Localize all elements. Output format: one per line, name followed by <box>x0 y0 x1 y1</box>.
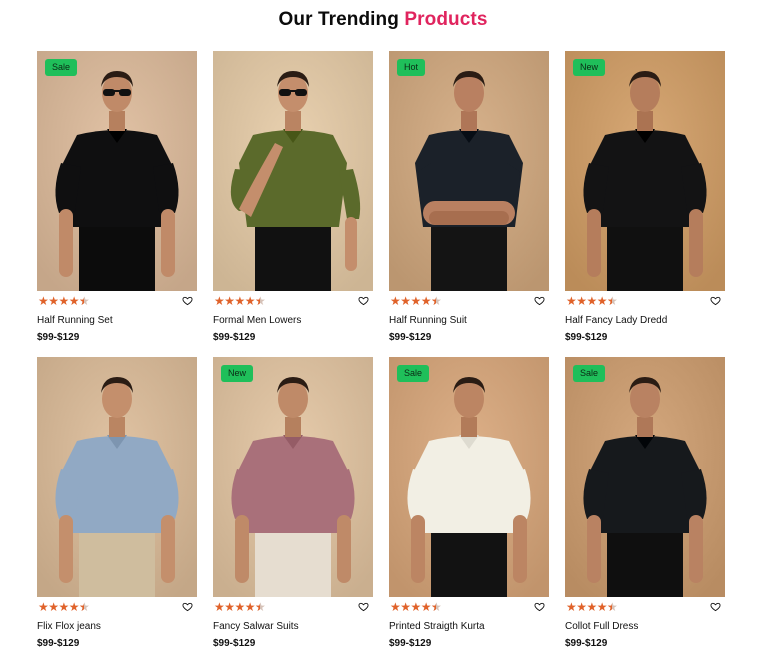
heart-outline-icon[interactable] <box>534 295 545 306</box>
product-name[interactable]: Half Running Suit <box>389 314 549 328</box>
product-price: $99-$129 <box>213 638 256 649</box>
product-name[interactable]: Flix Flox jeans <box>37 620 197 634</box>
rating-stars: ★★★★★ <box>214 294 266 309</box>
product-image[interactable] <box>213 51 373 291</box>
product-image[interactable] <box>565 51 725 291</box>
product-name[interactable]: Fancy Salwar Suits <box>213 620 373 634</box>
heart-outline-icon[interactable] <box>358 295 369 306</box>
product-image[interactable] <box>389 51 549 291</box>
product-price: $99-$129 <box>37 638 80 649</box>
product-price: $99-$129 <box>389 638 432 649</box>
star-half-icon: ★ <box>607 601 618 615</box>
rating-stars: ★★★★★ <box>566 294 618 309</box>
product-badge: Sale <box>573 365 606 382</box>
product-badge: New <box>221 365 254 382</box>
product-name[interactable]: Half Running Set <box>37 314 197 328</box>
rating-stars: ★★★★★ <box>38 600 90 615</box>
star-half-icon: ★ <box>255 601 266 615</box>
product-price: $99-$129 <box>565 638 608 649</box>
product-name[interactable]: Half Fancy Lady Dredd <box>565 314 725 328</box>
star-icon: ★★★★ <box>566 294 608 308</box>
product-card[interactable]: Sale ★★★★★ Printed Straigth Kurta $99-$1… <box>389 357 549 653</box>
section-title-accent: Products <box>404 9 488 30</box>
rating-stars: ★★★★★ <box>38 294 90 309</box>
product-image[interactable] <box>37 357 197 597</box>
product-badge: Hot <box>397 59 426 76</box>
star-icon: ★★★★ <box>390 294 432 308</box>
star-icon: ★★★★ <box>38 294 80 308</box>
product-card[interactable]: Sale ★★★★★ Half Running Set $99-$129 <box>37 51 197 347</box>
product-card[interactable]: New ★★★★★ Fancy Salwar Suits $99-$129 <box>213 357 373 653</box>
rating-stars: ★★★★★ <box>214 600 266 615</box>
heart-outline-icon[interactable] <box>358 601 369 612</box>
product-card[interactable]: Sale ★★★★★ Collot Full Dress $99-$129 <box>565 357 725 653</box>
star-half-icon: ★ <box>607 295 618 309</box>
product-card[interactable]: Hot ★★★★★ Half Running Suit $99-$129 <box>389 51 549 347</box>
product-card[interactable]: ★★★★★ Formal Men Lowers $99-$129 <box>213 51 373 347</box>
heart-outline-icon[interactable] <box>182 295 193 306</box>
product-card[interactable]: ★★★★★ Flix Flox jeans $99-$129 <box>37 357 197 653</box>
star-icon: ★★★★ <box>390 600 432 614</box>
section-title: Our Trending Products <box>0 9 766 31</box>
star-half-icon: ★ <box>79 295 90 309</box>
product-image[interactable] <box>389 357 549 597</box>
product-name[interactable]: Formal Men Lowers <box>213 314 373 328</box>
star-icon: ★★★★ <box>38 600 80 614</box>
star-half-icon: ★ <box>431 295 442 309</box>
product-price: $99-$129 <box>565 332 608 343</box>
product-name[interactable]: Collot Full Dress <box>565 620 725 634</box>
product-price: $99-$129 <box>213 332 256 343</box>
product-grid: Sale ★★★★★ Half Running Set $99-$129 ★ <box>37 51 725 653</box>
heart-outline-icon[interactable] <box>534 601 545 612</box>
rating-stars: ★★★★★ <box>566 600 618 615</box>
product-badge: New <box>573 59 606 76</box>
star-icon: ★★★★ <box>566 600 608 614</box>
heart-outline-icon[interactable] <box>182 601 193 612</box>
heart-outline-icon[interactable] <box>710 601 721 612</box>
star-icon: ★★★★ <box>214 600 256 614</box>
product-image[interactable] <box>213 357 373 597</box>
product-price: $99-$129 <box>37 332 80 343</box>
star-icon: ★★★★ <box>214 294 256 308</box>
star-half-icon: ★ <box>431 601 442 615</box>
rating-stars: ★★★★★ <box>390 600 442 615</box>
product-price: $99-$129 <box>389 332 432 343</box>
product-card[interactable]: New ★★★★★ Half Fancy Lady Dredd $99-$129 <box>565 51 725 347</box>
section-title-main: Our Trending <box>278 9 405 30</box>
heart-outline-icon[interactable] <box>710 295 721 306</box>
rating-stars: ★★★★★ <box>390 294 442 309</box>
product-image[interactable] <box>37 51 197 291</box>
star-half-icon: ★ <box>255 295 266 309</box>
star-half-icon: ★ <box>79 601 90 615</box>
product-badge: Sale <box>397 365 430 382</box>
product-image[interactable] <box>565 357 725 597</box>
product-name[interactable]: Printed Straigth Kurta <box>389 620 549 634</box>
product-badge: Sale <box>45 59 78 76</box>
